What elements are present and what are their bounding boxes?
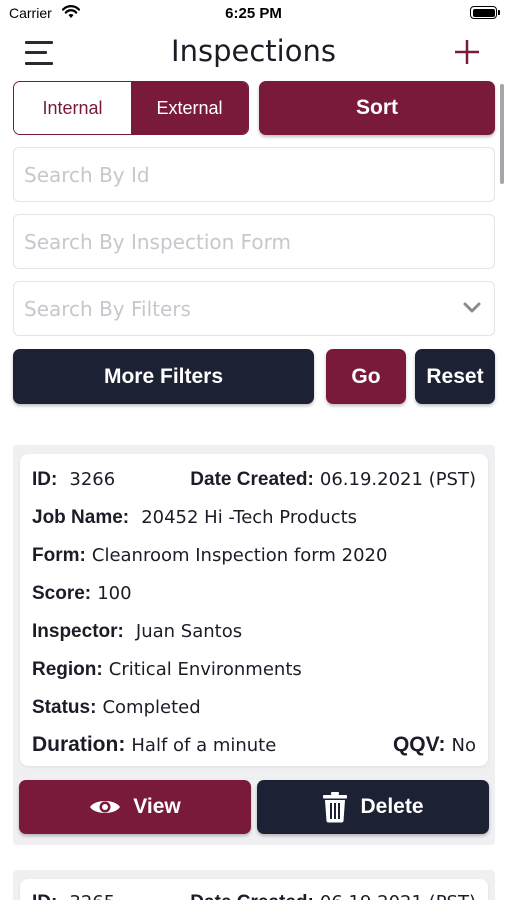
inspection-card-container: ID: 3265 Date Created: 06.19.2021 (PST) bbox=[13, 870, 495, 900]
job-label: Job Name: bbox=[32, 507, 130, 528]
date-created: Date Created: 06.19.2021 (PST) bbox=[190, 891, 476, 900]
battery-icon bbox=[470, 6, 500, 19]
search-by-form-input[interactable] bbox=[14, 215, 494, 268]
region-value: Critical Environments bbox=[108, 659, 302, 680]
job-value: 20452 Hi -Tech Products bbox=[141, 507, 358, 528]
page-title: Inspections bbox=[171, 34, 336, 68]
internal-external-toggle: Internal External bbox=[13, 81, 249, 135]
score-label: Score: bbox=[32, 583, 92, 604]
qqv: QQV: No bbox=[393, 733, 476, 757]
search-by-filters-input[interactable] bbox=[14, 282, 494, 335]
nav-bar: Inspections bbox=[0, 30, 507, 74]
form-label: Form: bbox=[32, 545, 86, 566]
inspection-card: ID: 3265 Date Created: 06.19.2021 (PST) bbox=[20, 879, 488, 900]
duration-label: Duration: bbox=[32, 733, 126, 756]
plus-icon[interactable] bbox=[453, 38, 481, 66]
duration-value: Half of a minute bbox=[131, 735, 277, 756]
view-label: View bbox=[133, 795, 181, 818]
id-value: 3265 bbox=[69, 892, 115, 900]
job-row: Job Name: 20452 Hi -Tech Products bbox=[32, 506, 476, 529]
duration-row: Duration: Half of a minute QQV: No bbox=[32, 733, 476, 757]
status-value: Completed bbox=[102, 697, 201, 718]
date-label: Date Created: bbox=[190, 469, 314, 490]
id-row: ID: 3265 Date Created: 06.19.2021 (PST) bbox=[32, 891, 476, 900]
qqv-value: No bbox=[451, 735, 476, 756]
status-label: Status: bbox=[32, 697, 97, 718]
id-label: ID: bbox=[32, 469, 58, 490]
delete-label: Delete bbox=[360, 795, 424, 818]
delete-button[interactable]: Delete bbox=[257, 780, 489, 834]
date-label: Date Created: bbox=[190, 892, 314, 900]
id-label: ID: bbox=[32, 892, 57, 900]
score-row: Score: 100 bbox=[32, 582, 476, 605]
tab-external[interactable]: External bbox=[131, 82, 248, 134]
eye-icon bbox=[90, 801, 121, 813]
score-value: 100 bbox=[97, 583, 132, 604]
scrollbar[interactable] bbox=[500, 84, 504, 184]
search-by-form-field bbox=[13, 214, 495, 269]
qqv-label: QQV: bbox=[392, 733, 446, 756]
inspector-row: Inspector: Juan Santos bbox=[32, 620, 476, 643]
form-value: Cleanroom Inspection form 2020 bbox=[91, 545, 388, 566]
id-row: ID: 3266 Date Created: 06.19.2021 (PST) bbox=[32, 468, 476, 491]
status-bar: Carrier 6:25 PM bbox=[0, 0, 507, 28]
search-by-id-field bbox=[13, 147, 495, 202]
tab-internal[interactable]: Internal bbox=[14, 82, 131, 134]
status-time: 6:25 PM bbox=[225, 5, 282, 22]
date-created: Date Created: 06.19.2021 (PST) bbox=[190, 468, 476, 491]
inspection-card: ID: 3266 Date Created: 06.19.2021 (PST) … bbox=[20, 454, 488, 766]
region-label: Region: bbox=[32, 659, 103, 680]
region-row: Region: Critical Environments bbox=[32, 658, 476, 681]
chevron-down-icon[interactable] bbox=[462, 301, 482, 315]
more-filters-button[interactable]: More Filters bbox=[13, 349, 314, 404]
inspector-label: Inspector: bbox=[32, 621, 124, 642]
view-button[interactable]: View bbox=[19, 780, 251, 834]
trash-icon bbox=[323, 792, 348, 823]
date-value: 06.19.2021 (PST) bbox=[320, 892, 476, 900]
form-row: Form: Cleanroom Inspection form 2020 bbox=[32, 544, 476, 567]
sort-button[interactable]: Sort bbox=[259, 81, 495, 135]
reset-button[interactable]: Reset bbox=[415, 349, 495, 404]
search-by-filters-field bbox=[13, 281, 495, 336]
inspector-value: Juan Santos bbox=[135, 621, 243, 642]
status-row: Status: Completed bbox=[32, 696, 476, 719]
search-by-id-input[interactable] bbox=[14, 148, 494, 201]
go-button[interactable]: Go bbox=[326, 349, 406, 404]
date-value: 06.19.2021 (PST) bbox=[319, 469, 476, 490]
id-value: 3266 bbox=[69, 469, 116, 490]
